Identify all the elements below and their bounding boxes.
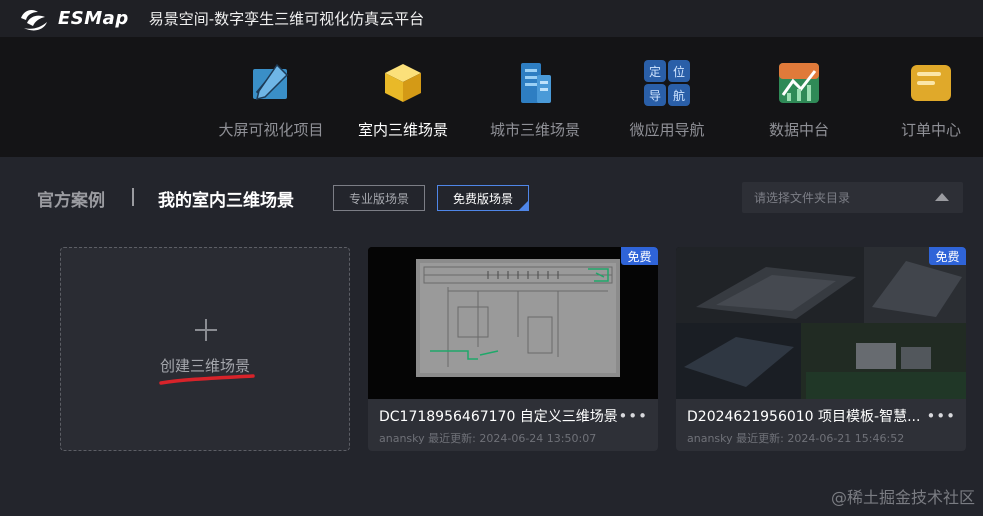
scene-author: anansky bbox=[687, 432, 733, 445]
scene-name: D2024621956010 项目模板-智慧... bbox=[687, 409, 921, 425]
create-scene-card[interactable]: 创建三维场景 bbox=[60, 247, 350, 451]
scene-name: DC1718956467170 自定义三维场景 bbox=[379, 409, 618, 425]
tab-my-indoor-scenes[interactable]: 我的室内三维场景 bbox=[158, 186, 294, 211]
tab-official-cases[interactable]: 官方案例 bbox=[37, 186, 105, 211]
free-badge: 免费 bbox=[929, 247, 966, 265]
red-underline-annotation bbox=[159, 374, 255, 385]
scene-updated-label: 最近更新: bbox=[736, 432, 784, 445]
cube-icon bbox=[385, 64, 421, 102]
scene-author: anansky bbox=[379, 432, 425, 445]
more-options-icon[interactable]: ••• bbox=[618, 407, 648, 425]
chart-icon bbox=[779, 63, 819, 103]
nav-label: 微应用导航 bbox=[629, 121, 705, 139]
free-badge: 免费 bbox=[621, 247, 658, 265]
nav-label: 城市三维场景 bbox=[489, 121, 580, 139]
nav-item-order-center[interactable]: 订单中心 bbox=[861, 37, 983, 157]
folder-select[interactable]: 请选择文件夹目录 bbox=[742, 182, 963, 213]
tab-divider bbox=[132, 188, 134, 206]
esmap-logo-icon bbox=[21, 9, 47, 30]
app-title: 易景空间-数字孪生三维可视化仿真云平台 bbox=[148, 10, 425, 28]
svg-text:导: 导 bbox=[649, 89, 661, 103]
scene-meta: anansky 最近更新: 2024-06-24 13:50:07 bbox=[379, 430, 596, 446]
nav-label: 订单中心 bbox=[900, 121, 961, 139]
nav-item-micro-app[interactable]: 定 位 导 航 微应用导航 bbox=[597, 37, 737, 157]
nav-item-indoor-scene[interactable]: 室内三维场景 bbox=[333, 37, 473, 157]
buildings-icon bbox=[521, 63, 551, 103]
scene-updated-time: 2024-06-24 13:50:07 bbox=[479, 432, 597, 445]
more-options-icon[interactable]: ••• bbox=[926, 407, 956, 425]
scene-card[interactable]: 免费 DC1718956467170 自定义三维场景 ••• anansky 最… bbox=[368, 247, 658, 451]
folder-select-placeholder: 请选择文件夹目录 bbox=[754, 191, 851, 205]
pro-scene-label: 专业版场景 bbox=[348, 191, 409, 206]
scene-thumbnail bbox=[676, 247, 966, 399]
scene-updated-time: 2024-06-21 15:46:52 bbox=[787, 432, 905, 445]
order-icon bbox=[911, 65, 951, 101]
title-bar: ESMap 易景空间-数字孪生三维可视化仿真云平台 bbox=[0, 0, 983, 37]
pro-scene-button[interactable]: 专业版场景 bbox=[333, 185, 425, 211]
caret-up-icon bbox=[935, 193, 949, 201]
plus-icon bbox=[195, 319, 217, 341]
selected-corner-icon bbox=[519, 201, 528, 210]
main-nav: 大屏可视化项目 室内三维场景 城市三维场景 定 位 导 航 微应用导航 数据中台… bbox=[0, 37, 983, 157]
scene-card[interactable]: 免费 D2024621956010 项目模板-智慧... ••• anansky… bbox=[676, 247, 966, 451]
logo[interactable]: ESMap bbox=[18, 6, 129, 32]
nav-label: 室内三维场景 bbox=[357, 121, 448, 139]
watermark: @稀土掘金技术社区 bbox=[830, 488, 975, 507]
scene-meta: anansky 最近更新: 2024-06-21 15:46:52 bbox=[687, 430, 904, 446]
navigation-grid-icon: 定 位 导 航 bbox=[644, 60, 690, 106]
scene-thumbnail bbox=[368, 247, 658, 399]
free-scene-button[interactable]: 免费版场景 bbox=[437, 185, 529, 211]
svg-text:位: 位 bbox=[673, 64, 685, 79]
svg-text:航: 航 bbox=[673, 88, 685, 103]
nav-label: 数据中台 bbox=[768, 121, 829, 139]
scene-updated-label: 最近更新: bbox=[428, 432, 476, 445]
nav-item-dashboard[interactable]: 大屏可视化项目 bbox=[201, 37, 341, 157]
logo-text: ESMap bbox=[58, 8, 129, 29]
svg-text:定: 定 bbox=[649, 64, 661, 79]
free-scene-label: 免费版场景 bbox=[452, 191, 513, 206]
nav-label: 大屏可视化项目 bbox=[218, 121, 324, 139]
dashboard-edit-icon bbox=[253, 63, 289, 101]
nav-item-data-platform[interactable]: 数据中台 bbox=[729, 37, 869, 157]
nav-item-city-scene[interactable]: 城市三维场景 bbox=[465, 37, 605, 157]
